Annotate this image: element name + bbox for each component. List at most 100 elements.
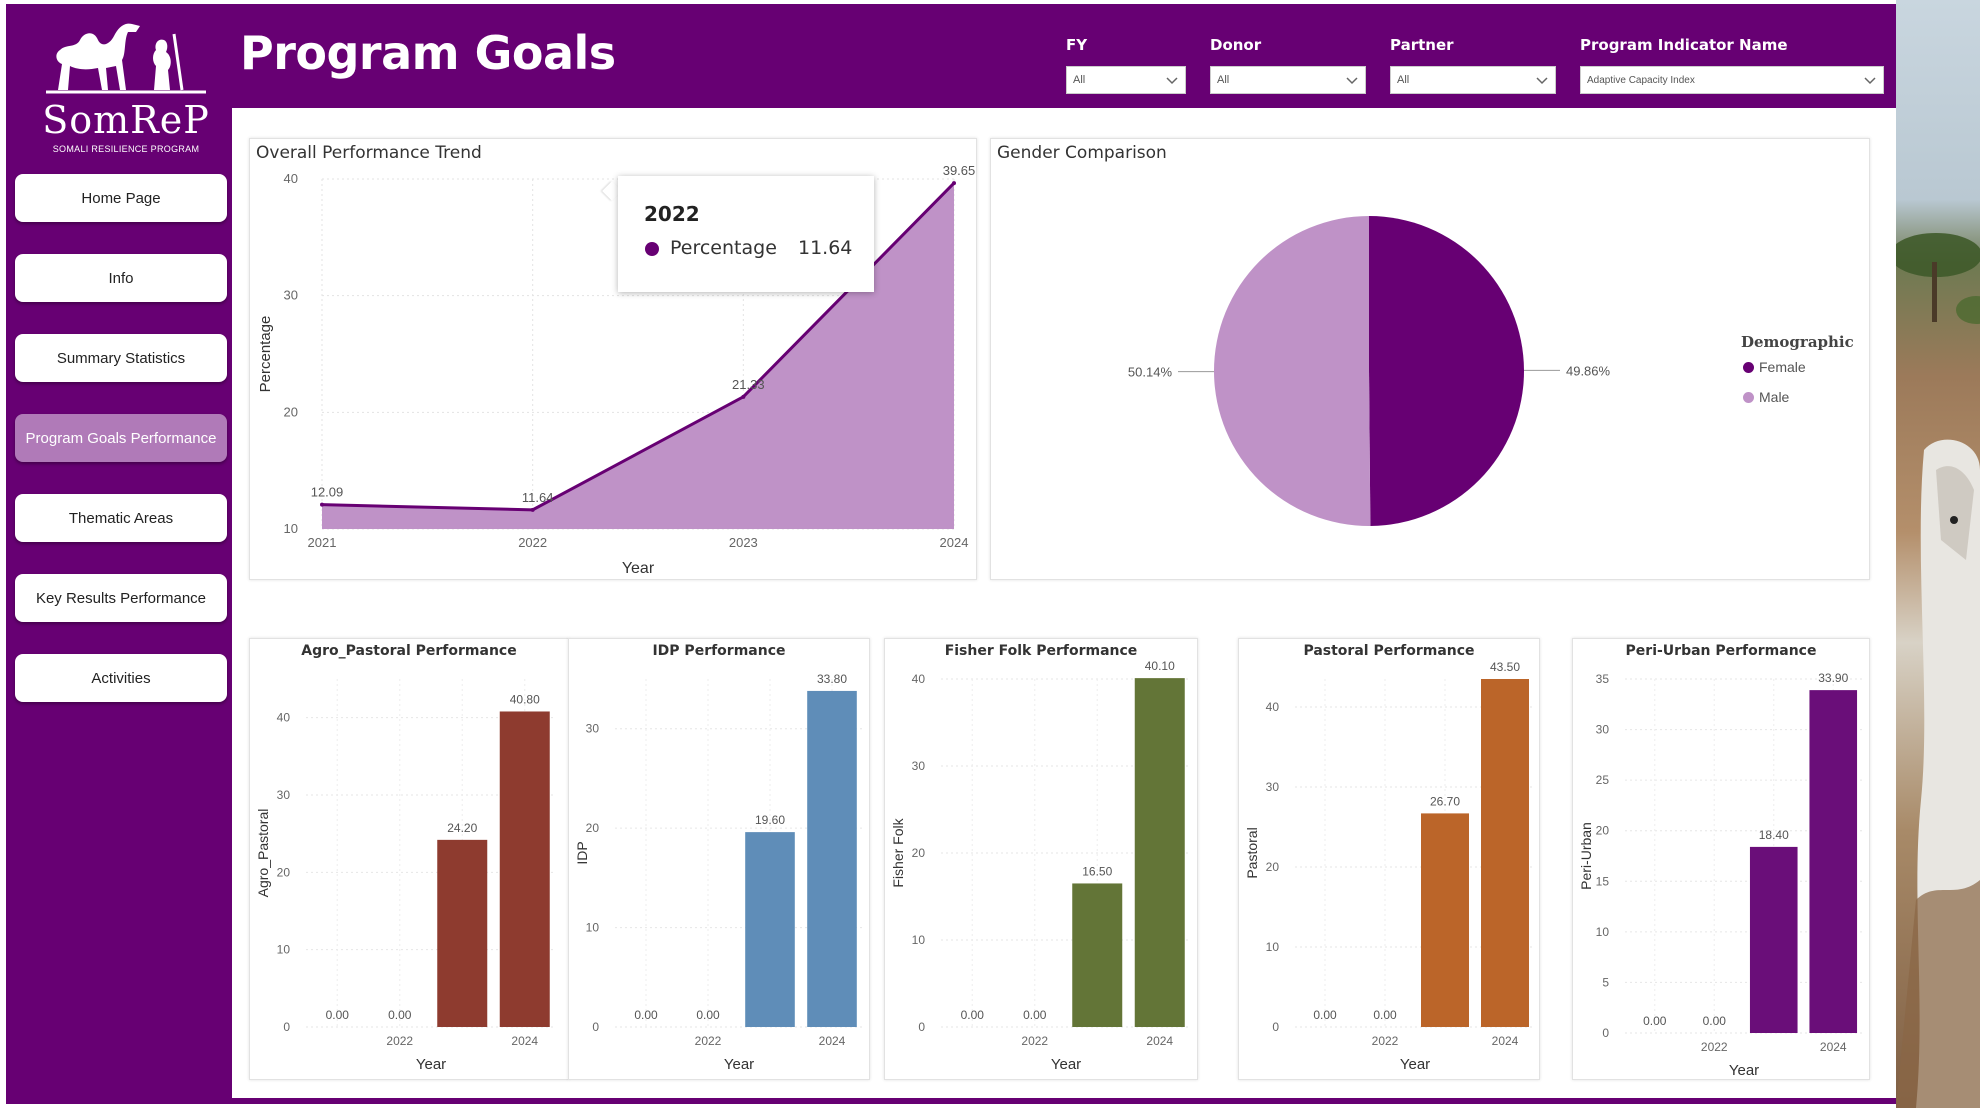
x-tick-label: 2022 — [1701, 1040, 1728, 1054]
data-label: 0.00 — [1023, 1008, 1047, 1022]
legend-item-male[interactable]: Male — [1743, 389, 1789, 405]
filter-program-indicator: Program Indicator Name Adaptive Capacity… — [1580, 36, 1884, 94]
x-axis-title: Year — [1400, 1056, 1430, 1073]
legend-item-female[interactable]: Female — [1743, 359, 1806, 375]
nav-label: Home Page — [81, 189, 161, 207]
filter-value: All — [1217, 74, 1230, 86]
y-tick-label: 30 — [284, 288, 298, 303]
y-tick-label: 30 — [912, 759, 926, 773]
donor-dropdown[interactable]: All — [1210, 66, 1366, 94]
logo-name: SomReP — [42, 98, 210, 142]
nav-key-results-performance-button[interactable]: Key Results Performance — [15, 574, 227, 622]
y-axis-title: Fisher Folk — [890, 817, 906, 887]
y-tick-label: 40 — [912, 672, 926, 686]
x-tick-label: 2024 — [819, 1034, 846, 1048]
legend-swatch — [1743, 361, 1754, 373]
chart-tooltip: 2022 Percentage 11.64 — [618, 176, 874, 292]
y-axis-title: Pastoral — [1244, 827, 1260, 878]
peri-urban-card[interactable]: Peri-Urban Performance 0 5 10 15 20 25 30 35 0.0… — [1572, 638, 1870, 1080]
idp-card[interactable]: IDP Performance 0 10 20 30 0.00 0.00 2022 19.60… — [568, 638, 870, 1080]
idp-chart: 0 10 20 30 0.00 0.00 2022 19.60 33.80 2024 Year IDP — [574, 672, 863, 1073]
x-axis-title: Year — [1729, 1062, 1759, 1079]
data-label: 0.00 — [634, 1008, 658, 1022]
filter-label: Program Indicator Name — [1580, 36, 1788, 54]
tooltip-series-dot — [645, 242, 659, 256]
filter-value: Adaptive Capacity Index — [1587, 74, 1695, 86]
nav-summary-statistics-button[interactable]: Summary Statistics — [15, 334, 227, 382]
gender-pie-chart: 49.86% 50.14% — [1128, 216, 1611, 526]
agro-pastoral-card[interactable]: Agro_Pastoral Performance 0 10 20 30 40 0.00 0… — [249, 638, 569, 1080]
nav-label: Program Goals Performance — [25, 429, 217, 447]
y-tick-label: 20 — [277, 865, 291, 879]
y-tick-label: 0 — [592, 1020, 599, 1034]
data-label: 19.60 — [755, 813, 785, 827]
x-tick-label: 2024 — [1492, 1034, 1519, 1048]
bar — [1481, 679, 1529, 1027]
filter-donor: Donor All — [1210, 36, 1366, 94]
data-label: 33.90 — [1818, 671, 1848, 685]
pastoral-chart: 0 10 20 30 40 0.00 0.00 2022 26.70 43.50 2024 Year P… — [1244, 660, 1535, 1073]
data-label: 26.70 — [1430, 794, 1460, 808]
data-label: 16.50 — [1082, 864, 1112, 878]
nav-activities-button[interactable]: Activities — [15, 654, 227, 702]
y-tick-label: 25 — [1596, 773, 1610, 787]
bar — [1134, 678, 1185, 1027]
data-label: 21.33 — [732, 377, 765, 392]
bar — [1421, 813, 1469, 1027]
data-label: 0.00 — [1643, 1014, 1667, 1028]
program-indicator-dropdown[interactable]: Adaptive Capacity Index — [1580, 66, 1884, 94]
partner-dropdown[interactable]: All — [1390, 66, 1556, 94]
landscape-image — [1896, 233, 1980, 1108]
y-tick-label: 30 — [1596, 723, 1610, 737]
tooltip-value: 11.64 — [798, 237, 853, 259]
y-tick-label: 20 — [586, 821, 600, 835]
nav-thematic-areas-button[interactable]: Thematic Areas — [15, 494, 227, 542]
data-label: 43.50 — [1490, 660, 1520, 674]
fy-dropdown[interactable]: All — [1066, 66, 1186, 94]
filter-label: Donor — [1210, 36, 1262, 54]
filter-value: All — [1073, 74, 1086, 86]
y-tick-label: 0 — [918, 1020, 925, 1034]
filter-fy: FY All — [1066, 36, 1186, 94]
data-label: 40.10 — [1145, 659, 1175, 673]
legend-title: Demographic — [1741, 333, 1854, 351]
y-tick-label: 40 — [1266, 700, 1280, 714]
filter-label: FY — [1066, 36, 1088, 54]
y-axis-title: Percentage — [257, 316, 274, 393]
chevron-down-icon — [1536, 77, 1548, 85]
data-label: 0.00 — [1313, 1008, 1337, 1022]
x-tick-label: 2024 — [511, 1034, 538, 1048]
sidebar: SomReP SOMALI RESILIENCE PROGRAM Home Pa… — [6, 4, 232, 1104]
data-point — [741, 394, 746, 399]
slice-label: 49.86% — [1566, 363, 1611, 378]
data-label: 18.40 — [1759, 828, 1789, 842]
filter-partner: Partner All — [1390, 36, 1556, 94]
x-tick-label: 2021 — [308, 535, 337, 550]
peri-urban-chart: 0 5 10 15 20 25 30 35 0.00 0.00 2022 18.40 33.90 2024… — [1578, 671, 1863, 1079]
x-axis-title: Year — [416, 1056, 446, 1073]
chevron-down-icon — [1346, 77, 1358, 85]
fisher-folk-card[interactable]: Fisher Folk Performance 0 10 20 30 40 0.00 0.0… — [884, 638, 1198, 1080]
y-tick-label: 40 — [284, 171, 298, 186]
data-point — [530, 507, 535, 512]
agro-pastoral-chart: 0 10 20 30 40 0.00 0.00 2022 24.20 40.80 2024 Year A… — [255, 679, 556, 1073]
y-tick-label: 20 — [1266, 860, 1280, 874]
data-point — [952, 181, 956, 186]
nav-info-button[interactable]: Info — [15, 254, 227, 302]
legend-swatch — [1743, 391, 1754, 403]
somrep-logo: SomReP SOMALI RESILIENCE PROGRAM — [36, 14, 216, 154]
camel-herder-icon — [46, 23, 206, 94]
y-tick-label: 30 — [1266, 780, 1280, 794]
x-tick-label: 2022 — [518, 535, 547, 550]
filter-value: All — [1397, 74, 1410, 86]
pastoral-card[interactable]: Pastoral Performance 0 10 20 30 40 0.00 0.00 20… — [1238, 638, 1540, 1080]
y-tick-label: 5 — [1602, 975, 1609, 989]
x-tick-label: 2022 — [386, 1034, 413, 1048]
nav-program-goals-performance-button[interactable]: Program Goals Performance — [15, 414, 227, 462]
gender-card[interactable]: Gender Comparison 49.86% 50.14% Demograph… — [990, 138, 1870, 580]
nav-home-page-button[interactable]: Home Page — [15, 174, 227, 222]
legend-label: Male — [1759, 389, 1790, 405]
nav-label: Info — [108, 269, 134, 287]
bar — [1072, 883, 1123, 1027]
y-tick-label: 10 — [912, 933, 926, 947]
